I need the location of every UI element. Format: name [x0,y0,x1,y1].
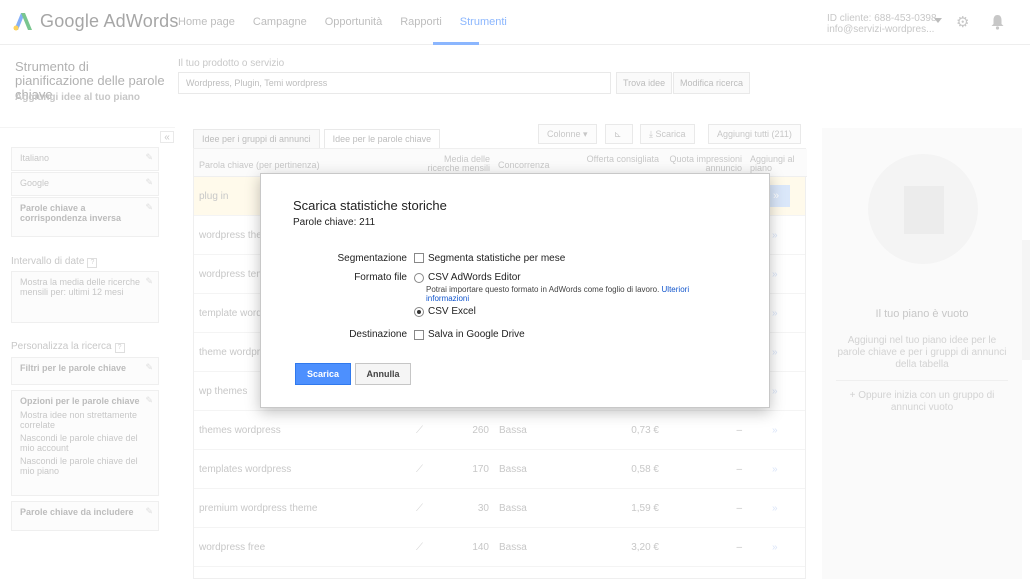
download-confirm-button[interactable]: Scarica [295,363,351,385]
format-excel-label[interactable]: CSV Excel [428,306,476,317]
file-format-label: Formato file [354,272,407,283]
format-note-text: Potrai importare questo formato in AdWor… [426,285,660,294]
segmentation-label: Segmentazione [337,253,408,264]
destination-label: Destinazione [349,329,407,340]
cancel-button[interactable]: Annulla [355,363,411,385]
google-drive-label[interactable]: Salva in Google Drive [428,329,525,340]
format-excel-radio[interactable] [414,307,424,317]
segment-by-month-label[interactable]: Segmenta statistiche per mese [428,253,565,264]
format-editor-label[interactable]: CSV AdWords Editor [428,272,521,283]
dialog-keyword-count: Parole chiave: 211 [293,217,376,228]
format-editor-radio[interactable] [414,273,424,283]
download-dialog: Scarica statistiche storiche Parole chia… [260,173,770,408]
dialog-title: Scarica statistiche storiche [293,198,447,213]
segment-by-month-checkbox[interactable] [414,253,424,263]
google-drive-checkbox[interactable] [414,330,424,340]
format-editor-note: Potrai importare questo formato in AdWor… [426,285,726,303]
